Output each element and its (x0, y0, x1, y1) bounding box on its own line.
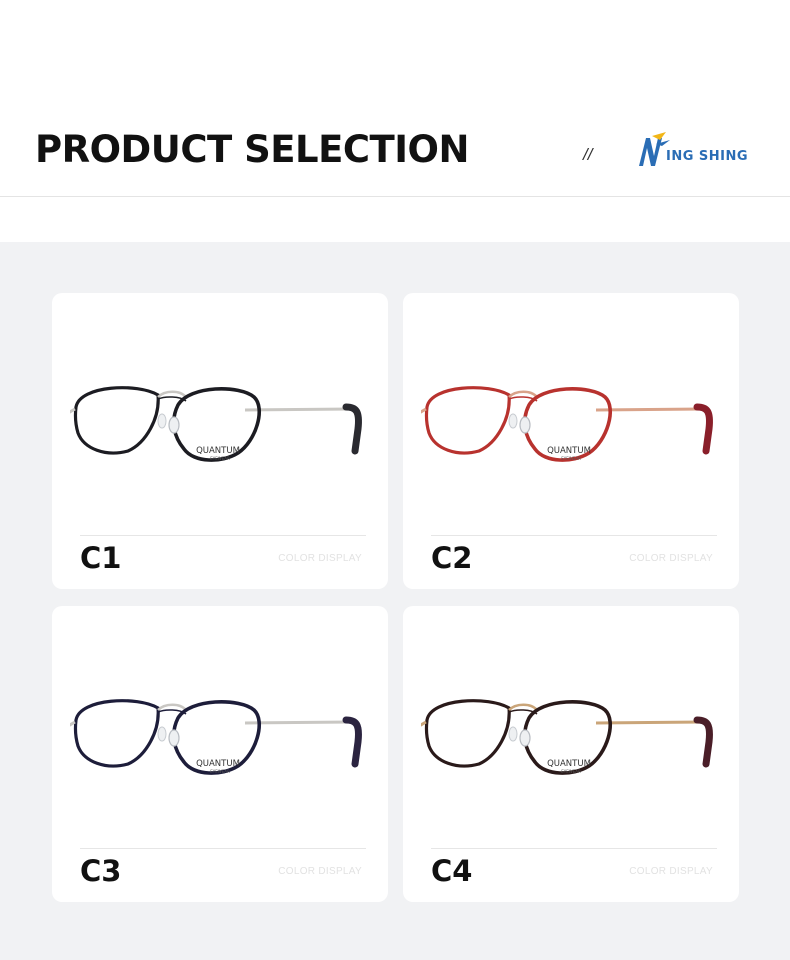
color-display-label: COLOR DISPLAY (629, 553, 713, 564)
header: PRODUCT SELECTION // ING SHING (0, 0, 790, 197)
product-image-glasses: QUANTUM EYEWEAR (418, 363, 721, 493)
product-image-glasses: QUANTUM EYEWEAR (67, 363, 370, 493)
svg-text:EYEWEAR: EYEWEAR (210, 456, 230, 461)
page-title: PRODUCT SELECTION (35, 128, 469, 171)
color-code: C3 (80, 854, 122, 888)
eyeglasses-icon: QUANTUMEYEWEAR (67, 386, 362, 462)
product-card[interactable]: QUANTUM EYEWEAR C4 COLOR DISPLAY (403, 606, 739, 902)
eyeglasses-icon: QUANTUMEYEWEAR (418, 386, 713, 462)
product-image-glasses: QUANTUM EYEWEAR (67, 676, 370, 806)
color-display-label: COLOR DISPLAY (278, 553, 362, 564)
product-card[interactable]: QUANTUM EYEWEAR C3 COLOR DISPLAY (52, 606, 388, 902)
color-code: C4 (431, 854, 473, 888)
eyeglasses-icon: QUANTUMEYEWEAR (418, 699, 713, 775)
svg-text:EYEWEAR: EYEWEAR (561, 456, 581, 461)
svg-text:QUANTUM: QUANTUM (196, 759, 240, 769)
card-divider (431, 535, 717, 536)
product-image-glasses: QUANTUM EYEWEAR (418, 676, 721, 806)
title-separator: // (583, 145, 593, 164)
color-code: C2 (431, 541, 473, 575)
eyeglasses-icon: QUANTUMEYEWEAR (67, 699, 362, 775)
color-code: C1 (80, 541, 122, 575)
svg-text:EYEWEAR: EYEWEAR (561, 769, 581, 774)
color-display-label: COLOR DISPLAY (278, 866, 362, 877)
logo-text: ING SHING (666, 149, 749, 164)
svg-text:QUANTUM: QUANTUM (547, 446, 591, 456)
product-card[interactable]: QUANTUM EYEWEAR C2 COLOR DISPLAY (403, 293, 739, 589)
card-divider (80, 848, 366, 849)
card-divider (80, 535, 366, 536)
product-card[interactable]: QUANTUM EYEWEAR C1 COLOR DISPLAY (52, 293, 388, 589)
svg-text:EYEWEAR: EYEWEAR (210, 769, 230, 774)
color-display-label: COLOR DISPLAY (629, 866, 713, 877)
brand-logo: ING SHING (636, 130, 761, 170)
card-divider (431, 848, 717, 849)
svg-text:QUANTUM: QUANTUM (196, 446, 240, 456)
svg-text:QUANTUM: QUANTUM (547, 759, 591, 769)
